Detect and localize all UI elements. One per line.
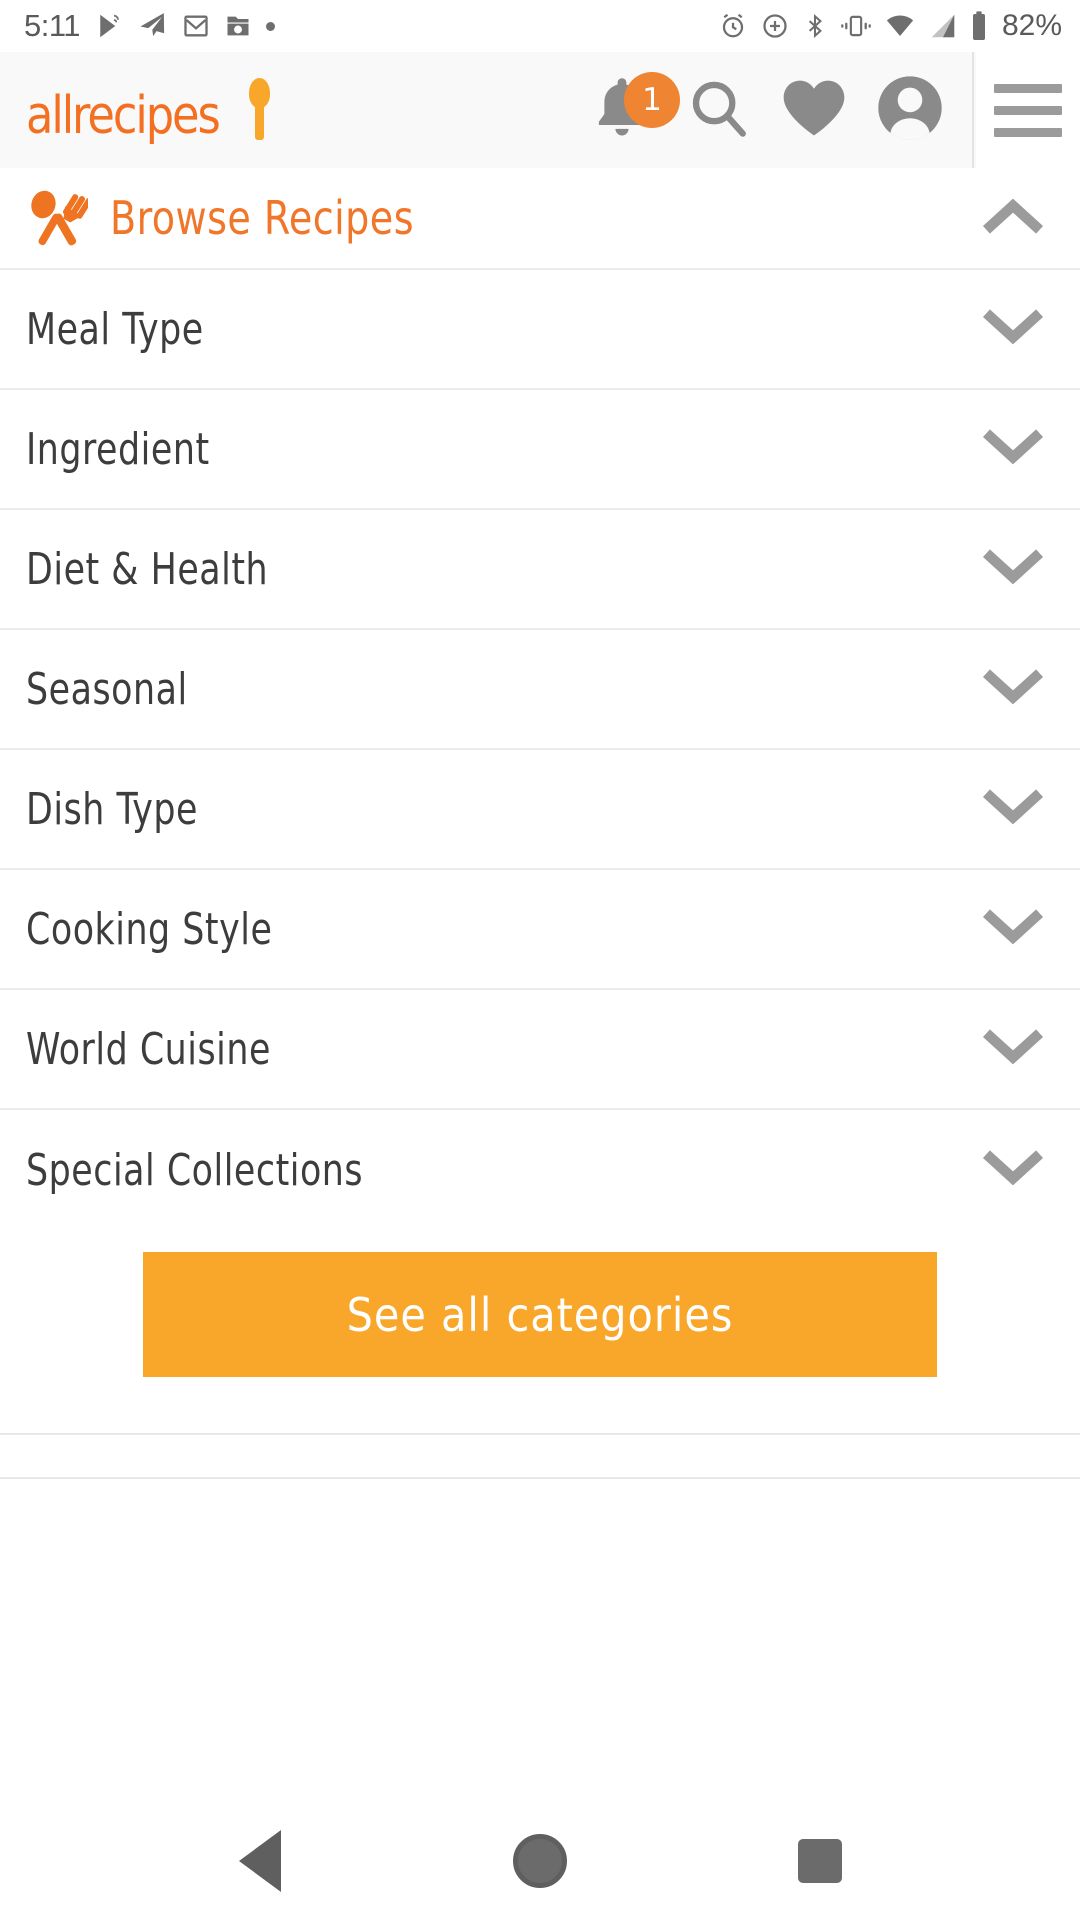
- chevron-down-icon[interactable]: [982, 1027, 1044, 1072]
- category-list: Meal Type Ingredient Diet & Health Seaso…: [0, 268, 1080, 1230]
- category-label: World Cuisine: [26, 1023, 271, 1075]
- category-label: Cooking Style: [26, 903, 273, 955]
- bluetooth-icon: [802, 11, 828, 41]
- header-actions: 1: [574, 52, 1080, 168]
- content-divider: [0, 1433, 1080, 1479]
- cell-signal-icon: [928, 11, 958, 41]
- cast-icon: [94, 11, 124, 41]
- category-row-meal-type[interactable]: Meal Type: [0, 270, 1080, 390]
- status-bar: 5:11 82%: [0, 0, 1080, 52]
- android-navigation-bar: [0, 1802, 1080, 1920]
- header-divider: [972, 52, 974, 168]
- category-row-diet-health[interactable]: Diet & Health: [0, 510, 1080, 630]
- chevron-down-icon[interactable]: [982, 307, 1044, 352]
- chevron-up-icon[interactable]: [982, 196, 1044, 241]
- favorites-button[interactable]: [766, 52, 862, 168]
- category-row-world-cuisine[interactable]: World Cuisine: [0, 990, 1080, 1110]
- chevron-down-icon[interactable]: [982, 427, 1044, 472]
- category-row-special-collections[interactable]: Special Collections: [0, 1110, 1080, 1230]
- battery-icon: [970, 10, 988, 42]
- category-row-seasonal[interactable]: Seasonal: [0, 630, 1080, 750]
- gmail-icon: [182, 12, 210, 40]
- chevron-down-icon[interactable]: [982, 547, 1044, 592]
- category-label: Ingredient: [26, 423, 210, 475]
- category-row-ingredient[interactable]: Ingredient: [0, 390, 1080, 510]
- allrecipes-logo[interactable]: allrecipes: [26, 78, 272, 142]
- location-add-icon: [760, 11, 790, 41]
- category-label: Dish Type: [26, 783, 198, 835]
- search-button[interactable]: [670, 52, 766, 168]
- status-bar-right: 82%: [718, 9, 1062, 43]
- spoon-icon: [246, 78, 272, 142]
- category-label: Seasonal: [26, 663, 188, 715]
- app-header: allrecipes 1: [0, 52, 1080, 168]
- logo-wordmark: allrecipes: [26, 86, 221, 146]
- chevron-down-icon[interactable]: [982, 787, 1044, 832]
- see-all-categories-button[interactable]: See all categories: [143, 1252, 937, 1377]
- back-triangle-icon: [239, 1830, 281, 1892]
- profile-button[interactable]: [862, 52, 958, 168]
- status-bar-clock: 5:11: [24, 8, 81, 43]
- nav-back-button[interactable]: [200, 1802, 320, 1920]
- nav-recents-button[interactable]: [760, 1802, 880, 1920]
- browse-recipes-label: Browse Recipes: [110, 191, 415, 245]
- dot-icon: [266, 21, 276, 31]
- folder-download-icon: [224, 12, 252, 40]
- telegram-icon: [138, 11, 168, 41]
- notifications-button[interactable]: 1: [574, 52, 680, 168]
- chevron-down-icon[interactable]: [982, 1148, 1044, 1193]
- home-circle-icon: [513, 1834, 567, 1888]
- battery-percent-label: 82%: [1001, 9, 1062, 42]
- category-label: Meal Type: [26, 303, 204, 355]
- chevron-down-icon[interactable]: [982, 667, 1044, 712]
- category-label: Special Collections: [26, 1144, 364, 1196]
- alarm-icon: [718, 11, 748, 41]
- heart-icon: [779, 75, 849, 146]
- search-icon: [685, 75, 751, 146]
- chevron-down-icon[interactable]: [982, 907, 1044, 952]
- recents-square-icon: [798, 1839, 842, 1883]
- category-row-dish-type[interactable]: Dish Type: [0, 750, 1080, 870]
- status-bar-left: 5:11: [24, 8, 276, 44]
- avatar-icon: [874, 72, 946, 149]
- hamburger-menu-icon[interactable]: [976, 52, 1080, 168]
- see-all-categories-container: See all categories: [0, 1230, 1080, 1377]
- spoon-fork-icon: [26, 189, 92, 247]
- category-label: Diet & Health: [26, 543, 269, 595]
- wifi-icon: [884, 11, 916, 41]
- browse-recipes-header[interactable]: Browse Recipes: [0, 168, 1080, 268]
- category-row-cooking-style[interactable]: Cooking Style: [0, 870, 1080, 990]
- vibrate-icon: [840, 11, 872, 41]
- nav-home-button[interactable]: [480, 1802, 600, 1920]
